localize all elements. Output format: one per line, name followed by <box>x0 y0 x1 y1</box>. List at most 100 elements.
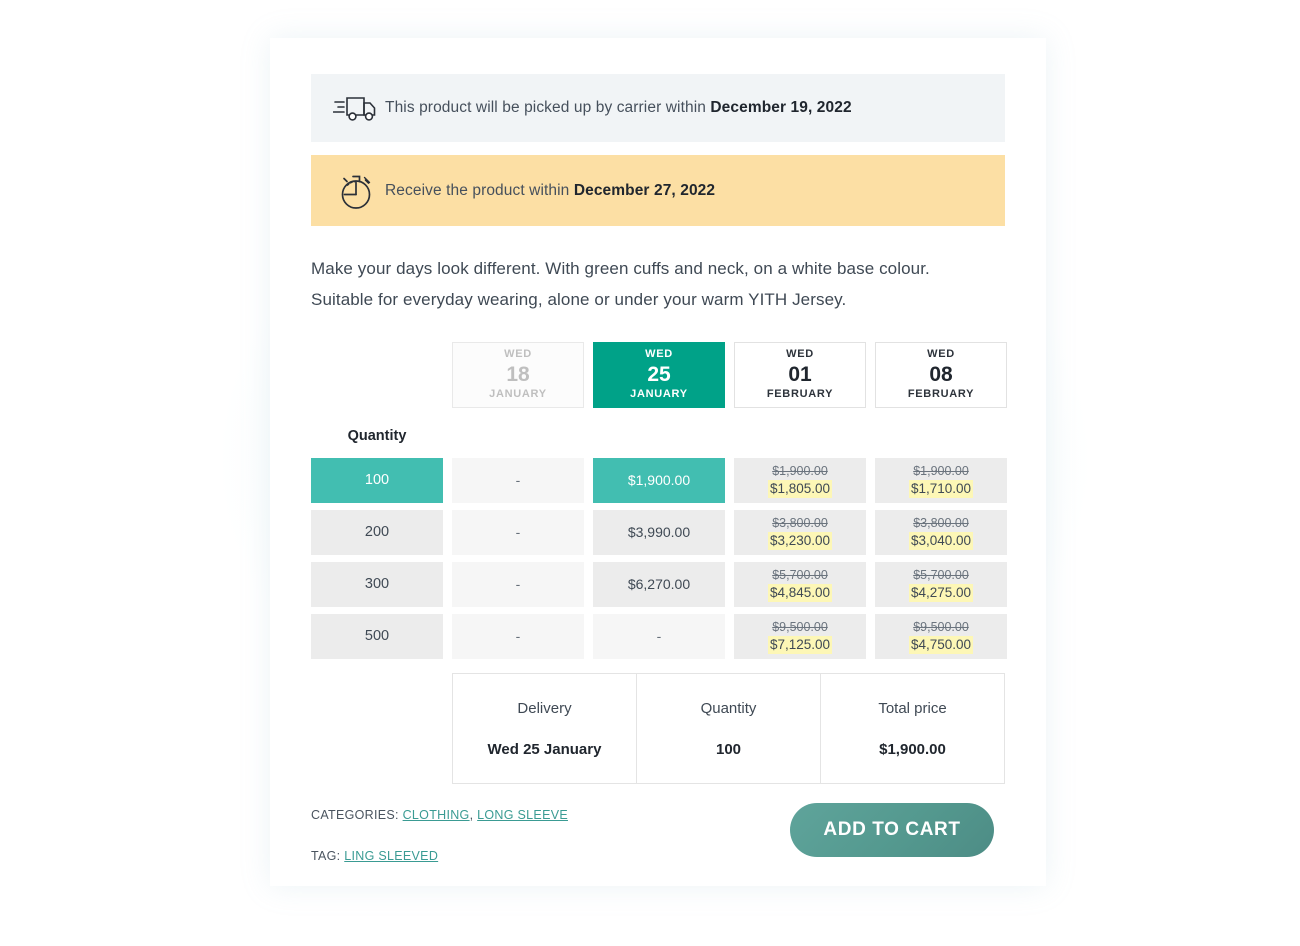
delivery-date-column-2: WED 25 JANUARY <box>593 342 725 408</box>
stopwatch-icon <box>327 170 385 212</box>
description-line-2: Suitable for everyday wearing, alone or … <box>311 290 847 309</box>
price-cell-wrapper: - <box>452 510 584 555</box>
price-matrix-row: 100- $1,900.00 $1,900.00 $1,805.00 $1,900.00… <box>311 458 1007 503</box>
summary-value: $1,900.00 <box>879 740 946 758</box>
categories-label: CATEGORIES: <box>311 808 399 822</box>
delivery-date-option-18: WED 18 JANUARY <box>452 342 584 408</box>
price-matrix-row: 500- - $9,500.00 $7,125.00 $9,500.00 $4,750.0… <box>311 614 1007 659</box>
price-original: $9,500.00 <box>772 619 828 634</box>
price-cell[interactable]: $5,700.00 $4,275.00 <box>875 562 1007 607</box>
delivery-date-column-3: WED 01 FEBRUARY <box>734 342 866 408</box>
price-cell-wrapper: $5,700.00 $4,845.00 <box>734 562 866 607</box>
quantity-option-100[interactable]: 100 <box>311 458 443 503</box>
price-original: $1,900.00 <box>913 463 969 478</box>
quantity-option-300[interactable]: 300 <box>311 562 443 607</box>
price-discounted: $3,230.00 <box>767 531 833 551</box>
quantity-option-200[interactable]: 200 <box>311 510 443 555</box>
price-cell[interactable]: $3,800.00 $3,230.00 <box>734 510 866 555</box>
quantity-label-row: Quantity <box>311 421 1005 451</box>
price-cell: - <box>452 458 584 503</box>
price-cell[interactable]: $5,700.00 $4,845.00 <box>734 562 866 607</box>
delivery-date-option-01[interactable]: WED 01 FEBRUARY <box>734 342 866 408</box>
price-original: $3,800.00 <box>913 515 969 530</box>
price-cell: - <box>593 614 725 659</box>
date-day: 08 <box>929 362 953 386</box>
price-discounted: $4,750.00 <box>908 635 974 655</box>
shipping-notice: This product will be picked up by carrie… <box>311 74 1005 142</box>
date-month: FEBRUARY <box>766 388 834 401</box>
quantity-column-label: Quantity <box>347 428 407 444</box>
price-cell: - <box>452 614 584 659</box>
price-value: - <box>515 576 521 593</box>
price-cell[interactable]: $9,500.00 $7,125.00 <box>734 614 866 659</box>
price-cell-wrapper: - <box>593 614 725 659</box>
quantity-cell-wrapper: 100 <box>311 458 443 503</box>
summary-label: Quantity <box>700 699 757 717</box>
date-day: 25 <box>647 362 671 386</box>
delivery-date-option-25[interactable]: WED 25 JANUARY <box>593 342 725 408</box>
price-cell[interactable]: $1,900.00 $1,710.00 <box>875 458 1007 503</box>
matrix-corner-spacer <box>311 342 443 408</box>
product-footer: CATEGORIES: CLOTHING, LONG SLEEVE TAG: L… <box>311 803 1005 908</box>
price-cell-wrapper: $1,900.00 $1,805.00 <box>734 458 866 503</box>
price-value: - <box>656 628 662 645</box>
price-cell-wrapper: $3,800.00 $3,230.00 <box>734 510 866 555</box>
summary-column-quantity: Quantity 100 <box>636 674 820 783</box>
price-original: $5,700.00 <box>913 567 969 582</box>
price-cell-wrapper: $5,700.00 $4,275.00 <box>875 562 1007 607</box>
price-cell-wrapper: $1,900.00 $1,710.00 <box>875 458 1007 503</box>
price-discounted: $7,125.00 <box>767 635 833 655</box>
date-weekday: WED <box>927 348 955 361</box>
order-summary-table: Delivery Wed 25 January Quantity 100 Total p… <box>452 673 1005 784</box>
shipping-notice-text: This product will be picked up by carrie… <box>385 99 852 117</box>
product-detail-card: This product will be picked up by carrie… <box>270 38 1046 886</box>
price-cell[interactable]: $3,990.00 <box>593 510 725 555</box>
price-original: $3,800.00 <box>772 515 828 530</box>
price-value: - <box>515 524 521 541</box>
price-value: - <box>515 628 521 645</box>
delivery-date-option-08[interactable]: WED 08 FEBRUARY <box>875 342 1007 408</box>
shipping-notice-date: December 19, 2022 <box>710 99 852 116</box>
price-cell-wrapper: $6,270.00 <box>593 562 725 607</box>
price-cell-wrapper: - <box>452 614 584 659</box>
date-weekday: WED <box>504 348 532 361</box>
price-original: $9,500.00 <box>913 619 969 634</box>
price-original: $5,700.00 <box>772 567 828 582</box>
category-link-long-sleeve[interactable]: LONG SLEEVE <box>477 808 568 822</box>
price-cell[interactable]: $1,900.00 $1,805.00 <box>734 458 866 503</box>
price-discounted: $1,805.00 <box>767 479 833 499</box>
category-link-clothing[interactable]: CLOTHING <box>403 808 470 822</box>
quantity-cell-wrapper: 500 <box>311 614 443 659</box>
price-cell[interactable]: $6,270.00 <box>593 562 725 607</box>
price-original: $1,900.00 <box>772 463 828 478</box>
price-cell-wrapper: - <box>452 458 584 503</box>
price-cell-wrapper: $1,900.00 <box>593 458 725 503</box>
price-matrix: WED 18 JANUARY WED 25 JANUARY WED 01 FEBRUARY WED… <box>311 342 1007 659</box>
price-discounted: $3,040.00 <box>908 531 974 551</box>
price-discounted: $4,275.00 <box>908 583 974 603</box>
price-discounted: $4,845.00 <box>767 583 833 603</box>
page-background: This product will be picked up by carrie… <box>0 0 1300 946</box>
delivery-date-header-row: WED 18 JANUARY WED 25 JANUARY WED 01 FEBRUARY WED… <box>311 342 1007 408</box>
receive-notice-text: Receive the product within December 27, … <box>385 182 715 200</box>
tag-link-ling-sleeved[interactable]: LING SLEEVED <box>344 849 438 863</box>
summary-value: Wed 25 January <box>487 740 602 758</box>
summary-column-total-price: Total price $1,900.00 <box>820 674 1004 783</box>
price-cell[interactable]: $1,900.00 <box>593 458 725 503</box>
price-cell: - <box>452 510 584 555</box>
price-cell[interactable]: $9,500.00 $4,750.00 <box>875 614 1007 659</box>
price-cell[interactable]: $3,800.00 $3,040.00 <box>875 510 1007 555</box>
tag-links: LING SLEEVED <box>344 849 438 863</box>
price-matrix-row: 300- $6,270.00 $5,700.00 $4,845.00 $5,700.00… <box>311 562 1007 607</box>
quantity-option-500[interactable]: 500 <box>311 614 443 659</box>
date-month: FEBRUARY <box>907 388 975 401</box>
add-to-cart-button[interactable]: ADD TO CART <box>790 803 994 857</box>
product-description: Make your days look different. With gree… <box>311 253 1005 315</box>
price-cell-wrapper: $9,500.00 $7,125.00 <box>734 614 866 659</box>
quantity-cell-wrapper: 200 <box>311 510 443 555</box>
tag-label: TAG: <box>311 849 341 863</box>
summary-value: 100 <box>715 740 742 758</box>
price-matrix-body: 100- $1,900.00 $1,900.00 $1,805.00 $1,900.00… <box>311 458 1007 659</box>
price-matrix-row: 200- $3,990.00 $3,800.00 $3,230.00 $3,800.00… <box>311 510 1007 555</box>
summary-column-delivery: Delivery Wed 25 January <box>453 674 636 783</box>
